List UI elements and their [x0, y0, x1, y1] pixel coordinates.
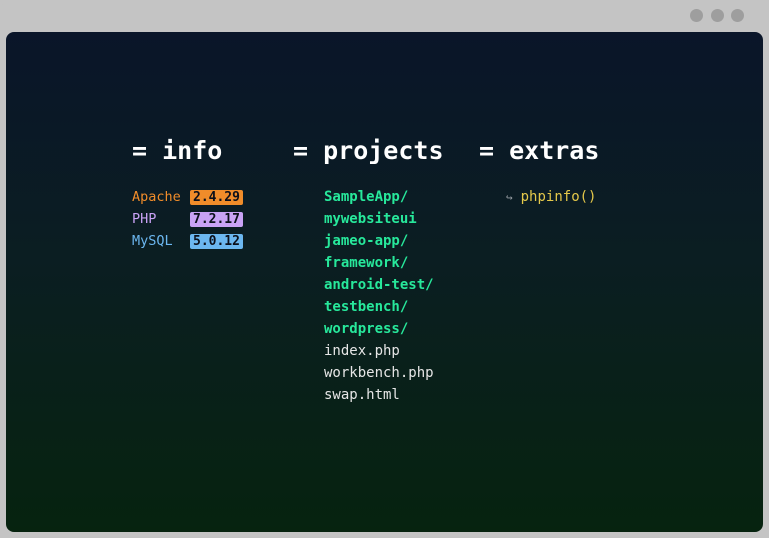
projects-heading: = projects	[293, 136, 444, 165]
project-folder-link[interactable]: SampleApp/	[324, 186, 444, 208]
window-titlebar	[0, 0, 769, 32]
phpinfo-link[interactable]: phpinfo()	[521, 189, 597, 205]
project-folder-link[interactable]: android-test/	[324, 274, 444, 296]
info-item-name: Apache	[132, 189, 181, 205]
dashboard-screen: = info Apache 2.4.29 PHP 7.2.17 MySQL 5.…	[6, 32, 763, 532]
extras-section: = extras ↪ phpinfo()	[479, 136, 599, 208]
project-folder-link[interactable]: jameo-app/	[324, 230, 444, 252]
window-control-dot-icon[interactable]	[731, 9, 744, 22]
project-folder-link[interactable]: framework/	[324, 252, 444, 274]
extras-list: ↪ phpinfo()	[479, 186, 599, 208]
projects-section: = projects SampleApp/ mywebsiteui jameo-…	[293, 136, 444, 406]
browser-window: = info Apache 2.4.29 PHP 7.2.17 MySQL 5.…	[0, 0, 769, 538]
project-file-link[interactable]: index.php	[324, 340, 444, 362]
window-control-dot-icon[interactable]	[690, 9, 703, 22]
info-item-apache: Apache 2.4.29	[132, 186, 243, 208]
projects-list: SampleApp/ mywebsiteui jameo-app/ framew…	[293, 186, 444, 406]
project-file-link[interactable]: workbench.php	[324, 362, 444, 384]
version-badge: 7.2.17	[190, 212, 243, 227]
info-item-php: PHP 7.2.17	[132, 208, 243, 230]
info-item-name: PHP	[132, 211, 157, 227]
info-list: Apache 2.4.29 PHP 7.2.17 MySQL 5.0.12	[132, 186, 243, 252]
version-badge: 2.4.29	[190, 190, 243, 205]
info-item-name: MySQL	[132, 233, 173, 249]
project-folder-link[interactable]: mywebsiteui	[324, 208, 444, 230]
version-badge: 5.0.12	[190, 234, 243, 249]
project-folder-link[interactable]: wordpress/	[324, 318, 444, 340]
project-folder-link[interactable]: testbench/	[324, 296, 444, 318]
extras-item-phpinfo[interactable]: ↪ phpinfo()	[506, 186, 599, 208]
info-section: = info Apache 2.4.29 PHP 7.2.17 MySQL 5.…	[132, 136, 243, 252]
extras-heading: = extras	[479, 136, 600, 165]
project-file-link[interactable]: swap.html	[324, 384, 444, 406]
return-arrow-icon: ↪	[506, 191, 513, 204]
info-item-mysql: MySQL 5.0.12	[132, 230, 243, 252]
info-heading: = info	[132, 136, 223, 165]
window-control-dot-icon[interactable]	[711, 9, 724, 22]
